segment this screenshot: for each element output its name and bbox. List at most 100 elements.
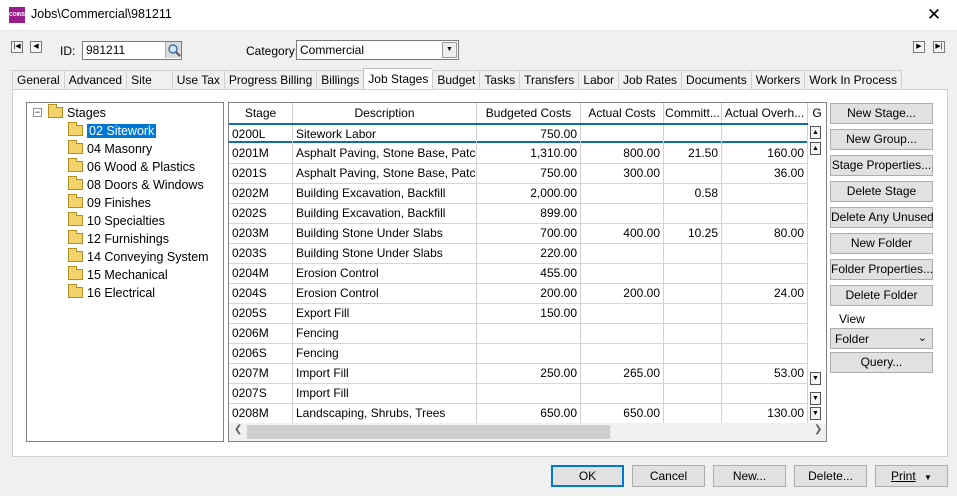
table-cell[interactable]: Landscaping, Shrubs, Trees xyxy=(293,404,477,424)
table-cell[interactable]: 80.00 xyxy=(722,224,808,244)
tree-item-conveying-system[interactable]: 14 Conveying System xyxy=(68,248,209,265)
table-cell[interactable] xyxy=(664,404,722,424)
table-cell[interactable]: Building Excavation, Backfill xyxy=(293,184,477,204)
view-select[interactable]: Folder ⌄ xyxy=(830,328,933,349)
table-cell[interactable] xyxy=(722,304,808,324)
table-cell[interactable]: 0207M xyxy=(229,364,293,384)
table-cell[interactable] xyxy=(581,324,664,344)
scroll-top-button[interactable]: ▲ xyxy=(810,126,821,139)
table-cell[interactable]: 300.00 xyxy=(581,164,664,184)
table-cell[interactable]: 650.00 xyxy=(477,404,581,424)
table-cell[interactable]: 150.00 xyxy=(477,304,581,324)
new-stage-button[interactable]: New Stage... xyxy=(830,103,933,124)
table-cell[interactable] xyxy=(722,244,808,264)
table-row[interactable]: 0202M Building Excavation, Backfill 2,000.… xyxy=(229,184,826,204)
delete-any-unused-button[interactable]: Delete Any Unused xyxy=(830,207,934,228)
scroll-left-arrow-icon[interactable]: ❮ xyxy=(234,424,242,435)
table-row[interactable]: 0208M Landscaping, Shrubs, Trees 650.00 650… xyxy=(229,404,826,424)
table-cell[interactable]: 265.00 xyxy=(581,364,664,384)
tree-item-specialties[interactable]: 10 Specialties xyxy=(68,212,165,229)
next-record-button[interactable]: ▶ xyxy=(913,41,925,53)
category-select[interactable]: Commercial ▼ xyxy=(296,40,459,60)
table-cell[interactable]: 700.00 xyxy=(477,224,581,244)
table-cell[interactable]: 0203S xyxy=(229,244,293,264)
table-cell[interactable]: 21.50 xyxy=(664,144,722,164)
first-record-button[interactable]: |◀ xyxy=(11,41,23,53)
tab-billings[interactable]: Billings xyxy=(316,70,364,89)
scroll-up-button[interactable]: ▲ xyxy=(810,142,821,155)
new-group-button[interactable]: New Group... xyxy=(830,129,933,150)
tab-work-in-process[interactable]: Work In Process xyxy=(804,70,903,89)
table-row[interactable]: 0202S Building Excavation, Backfill 899.00 xyxy=(229,204,826,224)
delete-stage-button[interactable]: Delete Stage xyxy=(830,181,933,202)
table-cell[interactable] xyxy=(722,204,808,224)
table-cell[interactable]: Building Excavation, Backfill xyxy=(293,204,477,224)
table-row[interactable]: 0207S Import Fill xyxy=(229,384,826,404)
table-cell[interactable]: 0204S xyxy=(229,284,293,304)
table-cell[interactable]: Sitework Labor xyxy=(293,125,477,145)
tree-item-furnishings[interactable]: 12 Furnishings xyxy=(68,230,169,247)
table-cell[interactable]: 130.00 xyxy=(722,404,808,424)
horizontal-scroll-thumb[interactable] xyxy=(247,425,610,439)
chevron-down-icon[interactable]: ▼ xyxy=(442,42,457,58)
tab-documents[interactable]: Documents xyxy=(681,70,751,89)
scroll-bottom-button[interactable]: ▼ xyxy=(810,392,821,405)
table-cell[interactable]: 0.58 xyxy=(664,184,722,204)
tree-root[interactable]: Stages xyxy=(48,104,106,121)
tree-item-masonry[interactable]: 04 Masonry xyxy=(68,140,152,157)
close-window-button[interactable]: ✕ xyxy=(911,0,957,31)
table-cell[interactable] xyxy=(664,304,722,324)
scroll-right-arrow-icon[interactable]: ❯ xyxy=(814,424,822,435)
table-row[interactable]: 0204S Erosion Control 200.00 200.00 24.00 xyxy=(229,284,826,304)
column-header-description[interactable]: Description xyxy=(293,103,477,124)
table-cell[interactable]: 2,000.00 xyxy=(477,184,581,204)
table-cell[interactable]: Import Fill xyxy=(293,384,477,404)
tree-item-electrical[interactable]: 16 Electrical xyxy=(68,284,155,301)
table-row[interactable]: 0200L Sitework Labor 750.00 xyxy=(229,123,826,145)
table-row[interactable]: 0203M Building Stone Under Slabs 700.00 400… xyxy=(229,224,826,244)
table-cell[interactable] xyxy=(664,344,722,364)
table-cell[interactable] xyxy=(581,204,664,224)
table-cell[interactable] xyxy=(664,204,722,224)
table-cell[interactable] xyxy=(722,264,808,284)
table-cell[interactable] xyxy=(664,125,722,145)
table-cell[interactable] xyxy=(722,184,808,204)
table-cell[interactable] xyxy=(664,244,722,264)
table-row[interactable]: 0204M Erosion Control 455.00 xyxy=(229,264,826,284)
table-cell[interactable]: Erosion Control xyxy=(293,284,477,304)
table-cell[interactable]: 800.00 xyxy=(581,144,664,164)
scroll-down-button[interactable]: ▼ xyxy=(810,372,821,385)
table-cell[interactable]: Import Fill xyxy=(293,364,477,384)
table-cell[interactable] xyxy=(664,384,722,404)
tab-site[interactable]: Site xyxy=(126,70,172,89)
table-cell[interactable]: Building Stone Under Slabs xyxy=(293,224,477,244)
table-cell[interactable]: 750.00 xyxy=(477,164,581,184)
table-cell[interactable] xyxy=(477,324,581,344)
tab-use-tax[interactable]: Use Tax xyxy=(171,70,224,89)
table-cell[interactable] xyxy=(722,344,808,364)
query-button[interactable]: Query... xyxy=(830,352,933,373)
table-cell[interactable]: 0206S xyxy=(229,344,293,364)
new-folder-button[interactable]: New Folder xyxy=(830,233,933,254)
table-row[interactable]: 0203S Building Stone Under Slabs 220.00 xyxy=(229,244,826,264)
table-cell[interactable] xyxy=(581,344,664,364)
column-header-actual-costs[interactable]: Actual Costs xyxy=(581,103,664,124)
tree-item-mechanical[interactable]: 15 Mechanical xyxy=(68,266,168,283)
table-cell[interactable]: 10.25 xyxy=(664,224,722,244)
table-cell[interactable] xyxy=(477,384,581,404)
table-cell[interactable] xyxy=(581,244,664,264)
delete-folder-button[interactable]: Delete Folder xyxy=(830,285,933,306)
table-cell[interactable]: 250.00 xyxy=(477,364,581,384)
tree-item-wood-plastics[interactable]: 06 Wood & Plastics xyxy=(68,158,195,175)
table-row[interactable]: 0205S Export Fill 150.00 xyxy=(229,304,826,324)
table-cell[interactable]: 650.00 xyxy=(581,404,664,424)
tab-advanced[interactable]: Advanced xyxy=(63,70,127,89)
table-cell[interactable] xyxy=(664,164,722,184)
table-cell[interactable]: 0206M xyxy=(229,324,293,344)
table-cell[interactable]: Export Fill xyxy=(293,304,477,324)
table-cell[interactable] xyxy=(581,184,664,204)
table-cell[interactable]: 0208M xyxy=(229,404,293,424)
table-cell[interactable] xyxy=(477,344,581,364)
table-cell[interactable] xyxy=(664,364,722,384)
table-row[interactable]: 0201M Asphalt Paving, Stone Base, Patch 1,… xyxy=(229,144,826,164)
